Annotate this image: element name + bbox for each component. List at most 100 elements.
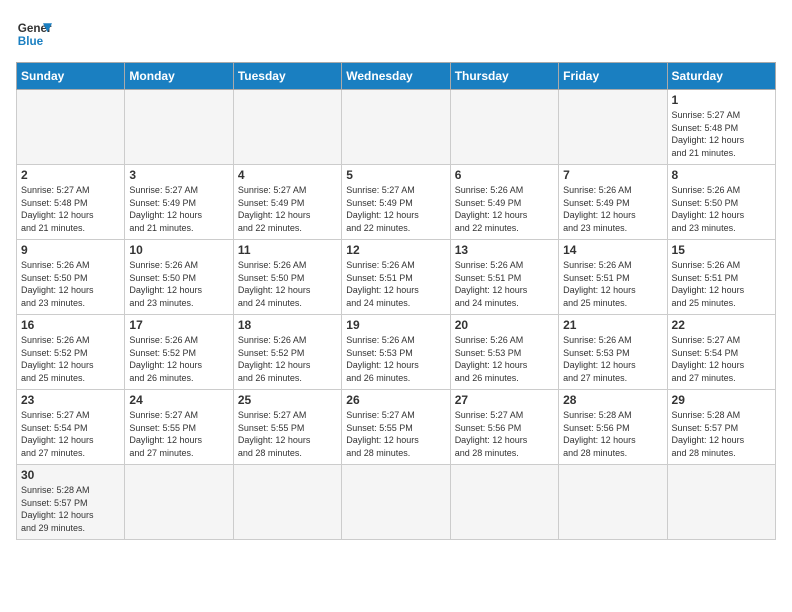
calendar-cell [450,465,558,540]
calendar-cell [125,90,233,165]
day-number: 21 [563,318,662,332]
header-monday: Monday [125,63,233,90]
week-row-3: 16 Sunrise: 5:26 AM Sunset: 5:52 PM Dayli… [17,315,776,390]
day-info: Sunrise: 5:26 AM Sunset: 5:53 PM Dayligh… [455,334,554,384]
day-info: Sunrise: 5:27 AM Sunset: 5:55 PM Dayligh… [346,409,445,459]
calendar-cell: 6 Sunrise: 5:26 AM Sunset: 5:49 PM Daylig… [450,165,558,240]
day-info: Sunrise: 5:27 AM Sunset: 5:49 PM Dayligh… [238,184,337,234]
calendar-cell: 27 Sunrise: 5:27 AM Sunset: 5:56 PM Dayli… [450,390,558,465]
day-number: 2 [21,168,120,182]
day-number: 28 [563,393,662,407]
week-row-1: 2 Sunrise: 5:27 AM Sunset: 5:48 PM Daylig… [17,165,776,240]
calendar-cell: 21Sunrise: 5:26 AM Sunset: 5:53 PM Dayli… [559,315,667,390]
day-info: Sunrise: 5:26 AM Sunset: 5:52 PM Dayligh… [129,334,228,384]
day-info: Sunrise: 5:27 AM Sunset: 5:49 PM Dayligh… [346,184,445,234]
day-info: Sunrise: 5:27 AM Sunset: 5:54 PM Dayligh… [672,334,771,384]
calendar-cell [342,90,450,165]
calendar-cell [342,465,450,540]
day-info: Sunrise: 5:26 AM Sunset: 5:52 PM Dayligh… [21,334,120,384]
day-number: 17 [129,318,228,332]
day-number: 6 [455,168,554,182]
day-info: Sunrise: 5:27 AM Sunset: 5:48 PM Dayligh… [672,109,771,159]
calendar-cell [667,465,775,540]
day-number: 26 [346,393,445,407]
day-info: Sunrise: 5:27 AM Sunset: 5:49 PM Dayligh… [129,184,228,234]
calendar-header-row: SundayMondayTuesdayWednesdayThursdayFrid… [17,63,776,90]
day-info: Sunrise: 5:26 AM Sunset: 5:50 PM Dayligh… [672,184,771,234]
day-info: Sunrise: 5:26 AM Sunset: 5:49 PM Dayligh… [563,184,662,234]
calendar-cell: 19 Sunrise: 5:26 AM Sunset: 5:53 PM Dayli… [342,315,450,390]
calendar-cell: 25Sunrise: 5:27 AM Sunset: 5:55 PM Dayli… [233,390,341,465]
calendar-cell: 8 Sunrise: 5:26 AM Sunset: 5:50 PM Daylig… [667,165,775,240]
page-header: General Blue [16,16,776,52]
calendar-cell: 3 Sunrise: 5:27 AM Sunset: 5:49 PM Daylig… [125,165,233,240]
calendar-cell: 29Sunrise: 5:28 AM Sunset: 5:57 PM Dayli… [667,390,775,465]
calendar-cell: 16 Sunrise: 5:26 AM Sunset: 5:52 PM Dayli… [17,315,125,390]
svg-text:Blue: Blue [18,35,44,48]
day-number: 22 [672,318,771,332]
week-row-5: 30Sunrise: 5:28 AM Sunset: 5:57 PM Dayli… [17,465,776,540]
calendar-cell: 11 Sunrise: 5:26 AM Sunset: 5:50 PM Dayli… [233,240,341,315]
day-number: 30 [21,468,120,482]
day-number: 16 [21,318,120,332]
day-number: 3 [129,168,228,182]
logo-icon: General Blue [16,16,52,52]
day-info: Sunrise: 5:26 AM Sunset: 5:51 PM Dayligh… [346,259,445,309]
calendar-cell: 22 Sunrise: 5:27 AM Sunset: 5:54 PM Dayli… [667,315,775,390]
day-number: 15 [672,243,771,257]
calendar-cell [233,465,341,540]
logo: General Blue [16,16,52,52]
day-number: 13 [455,243,554,257]
day-number: 5 [346,168,445,182]
calendar-cell: 5 Sunrise: 5:27 AM Sunset: 5:49 PM Daylig… [342,165,450,240]
day-number: 11 [238,243,337,257]
week-row-4: 23 Sunrise: 5:27 AM Sunset: 5:54 PM Dayli… [17,390,776,465]
calendar-cell: 1 Sunrise: 5:27 AM Sunset: 5:48 PM Daylig… [667,90,775,165]
day-info: Sunrise: 5:28 AM Sunset: 5:57 PM Dayligh… [672,409,771,459]
day-info: Sunrise: 5:27 AM Sunset: 5:55 PM Dayligh… [238,409,337,459]
day-number: 19 [346,318,445,332]
day-info: Sunrise: 5:26 AM Sunset: 5:50 PM Dayligh… [21,259,120,309]
calendar-cell: 18 Sunrise: 5:26 AM Sunset: 5:52 PM Dayli… [233,315,341,390]
calendar-cell: 12 Sunrise: 5:26 AM Sunset: 5:51 PM Dayli… [342,240,450,315]
calendar-cell [233,90,341,165]
day-info: Sunrise: 5:26 AM Sunset: 5:50 PM Dayligh… [129,259,228,309]
calendar-cell: 15 Sunrise: 5:26 AM Sunset: 5:51 PM Dayli… [667,240,775,315]
calendar-cell: 10Sunrise: 5:26 AM Sunset: 5:50 PM Dayli… [125,240,233,315]
day-info: Sunrise: 5:27 AM Sunset: 5:48 PM Dayligh… [21,184,120,234]
day-info: Sunrise: 5:26 AM Sunset: 5:53 PM Dayligh… [346,334,445,384]
calendar-cell [17,90,125,165]
calendar-cell: 4Sunrise: 5:27 AM Sunset: 5:49 PM Daylig… [233,165,341,240]
calendar-cell: 9 Sunrise: 5:26 AM Sunset: 5:50 PM Daylig… [17,240,125,315]
day-number: 18 [238,318,337,332]
day-info: Sunrise: 5:27 AM Sunset: 5:56 PM Dayligh… [455,409,554,459]
calendar-cell [559,90,667,165]
header-wednesday: Wednesday [342,63,450,90]
day-number: 8 [672,168,771,182]
day-number: 9 [21,243,120,257]
calendar-cell [559,465,667,540]
calendar-cell: 26 Sunrise: 5:27 AM Sunset: 5:55 PM Dayli… [342,390,450,465]
calendar-table: SundayMondayTuesdayWednesdayThursdayFrid… [16,62,776,540]
header-thursday: Thursday [450,63,558,90]
day-number: 12 [346,243,445,257]
day-number: 7 [563,168,662,182]
day-number: 20 [455,318,554,332]
week-row-0: 1 Sunrise: 5:27 AM Sunset: 5:48 PM Daylig… [17,90,776,165]
calendar-cell [450,90,558,165]
day-number: 27 [455,393,554,407]
day-info: Sunrise: 5:26 AM Sunset: 5:52 PM Dayligh… [238,334,337,384]
day-info: Sunrise: 5:27 AM Sunset: 5:55 PM Dayligh… [129,409,228,459]
day-info: Sunrise: 5:26 AM Sunset: 5:51 PM Dayligh… [672,259,771,309]
day-info: Sunrise: 5:27 AM Sunset: 5:54 PM Dayligh… [21,409,120,459]
calendar-cell: 7 Sunrise: 5:26 AM Sunset: 5:49 PM Daylig… [559,165,667,240]
header-sunday: Sunday [17,63,125,90]
calendar-cell [125,465,233,540]
calendar-cell: 2 Sunrise: 5:27 AM Sunset: 5:48 PM Daylig… [17,165,125,240]
calendar-cell: 24 Sunrise: 5:27 AM Sunset: 5:55 PM Dayli… [125,390,233,465]
day-info: Sunrise: 5:26 AM Sunset: 5:49 PM Dayligh… [455,184,554,234]
day-number: 1 [672,93,771,107]
day-info: Sunrise: 5:26 AM Sunset: 5:50 PM Dayligh… [238,259,337,309]
day-number: 23 [21,393,120,407]
day-number: 24 [129,393,228,407]
